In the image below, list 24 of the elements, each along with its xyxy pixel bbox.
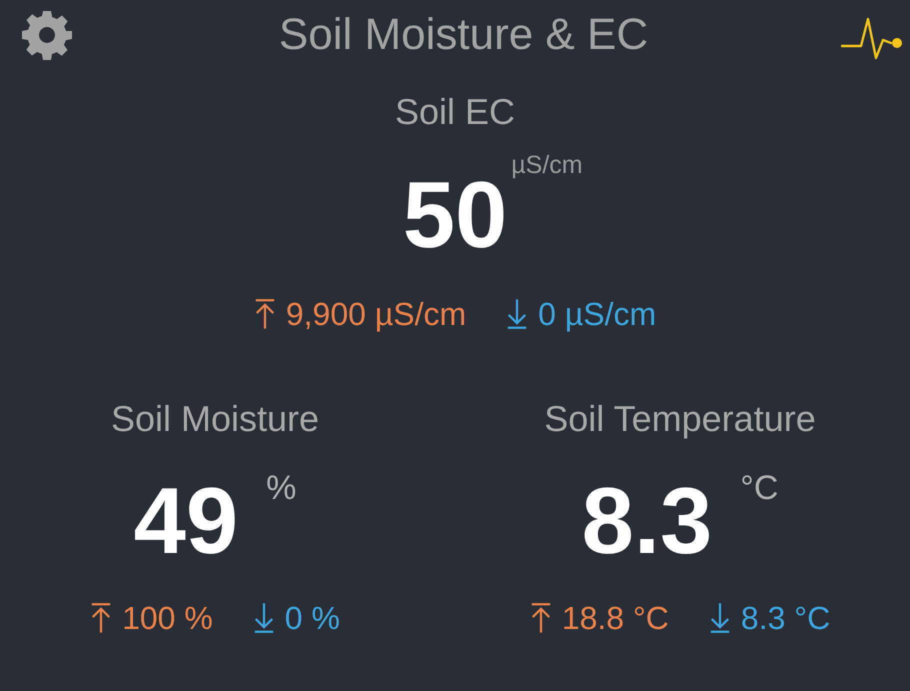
reading-value: 8.3: [582, 474, 712, 568]
max-reading: 9,900 µS/cm: [286, 295, 466, 334]
arrow-down-to-bar-icon: [252, 602, 275, 634]
arrow-down-to-bar-icon: [506, 298, 528, 330]
reading-label: Soil EC: [394, 90, 516, 134]
pulse-line-icon[interactable]: [841, 16, 905, 60]
max-reading: 100 %: [122, 598, 213, 638]
unit-label: °C: [740, 470, 778, 508]
arrow-up-to-bar-icon: [254, 298, 276, 330]
reading-label: Soil Moisture: [110, 396, 320, 440]
max-reading: 18.8 °C: [562, 598, 669, 638]
unit-label: µS/cm: [511, 152, 583, 180]
reading-value: 50: [402, 168, 508, 262]
min-reading: 8.3 °C: [740, 598, 830, 638]
min-reading: 0 µS/cm: [538, 295, 656, 334]
settings-icon[interactable]: [22, 10, 72, 60]
reading-label: Soil Temperature: [544, 396, 816, 440]
min-reading: 0 %: [284, 598, 340, 638]
arrow-up-to-bar-icon: [90, 602, 112, 634]
arrow-up-to-bar-icon: [530, 602, 552, 634]
unit-label: %: [266, 470, 296, 508]
arrow-down-to-bar-icon: [708, 602, 731, 634]
reading-value: 49: [134, 474, 238, 568]
app-title: Soil Moisture & EC: [278, 10, 648, 60]
